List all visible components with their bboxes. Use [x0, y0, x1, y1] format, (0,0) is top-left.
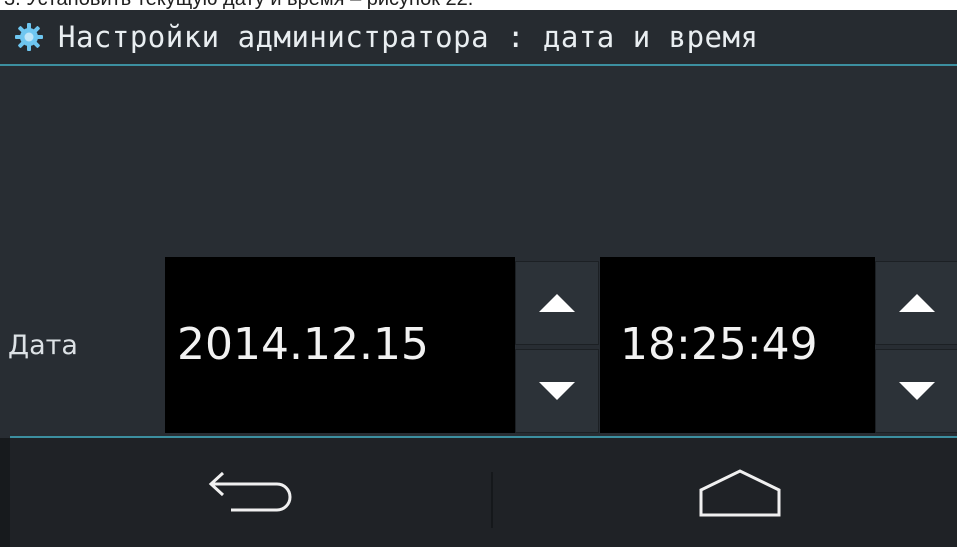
time-value-field[interactable]: 18:25:49 [600, 257, 875, 433]
date-decrement-button[interactable] [515, 349, 599, 433]
document-caption: 3. Установить текущую дату и время – рис… [4, 0, 473, 10]
date-value-field[interactable]: 2014.12.15 [165, 257, 515, 433]
time-increment-button[interactable] [875, 261, 957, 345]
time-decrement-button[interactable] [875, 349, 957, 433]
triangle-up-icon [539, 294, 575, 312]
nav-separator [491, 472, 493, 528]
page-title: Настройки администратора : дата и время [58, 20, 759, 54]
navigation-bar [0, 438, 957, 547]
triangle-down-icon [539, 382, 575, 400]
triangle-down-icon [899, 382, 935, 400]
back-button[interactable] [120, 438, 380, 547]
home-icon [699, 468, 781, 516]
home-button[interactable] [600, 438, 880, 547]
nav-left-edge [0, 438, 10, 547]
title-bar: Настройки администратора : дата и время [0, 10, 957, 66]
gear-icon [15, 23, 43, 51]
date-increment-button[interactable] [515, 261, 599, 345]
document-caption-area: 3. Установить текущую дату и время – рис… [0, 0, 957, 10]
back-arrow-icon [208, 471, 292, 511]
device-screen: Настройки администратора : дата и время … [0, 10, 957, 547]
triangle-up-icon [899, 294, 935, 312]
date-label: Дата [8, 330, 78, 361]
